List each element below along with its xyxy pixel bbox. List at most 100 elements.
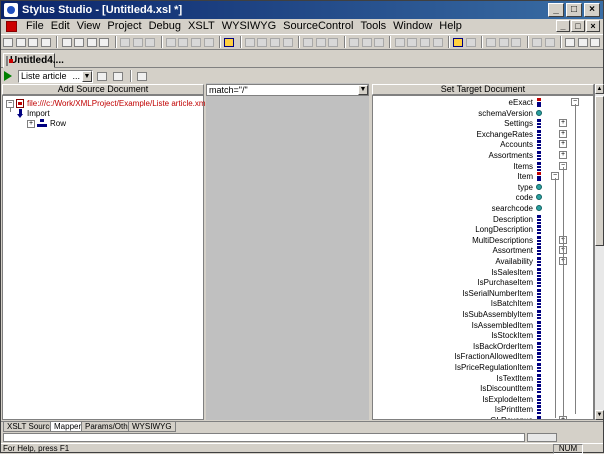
expand-icon[interactable]: +	[559, 129, 567, 138]
minimize-button[interactable]: _	[548, 3, 564, 17]
refresh-icon[interactable]	[577, 36, 589, 49]
profiler-icon[interactable]	[135, 70, 149, 83]
find-icon[interactable]	[303, 36, 314, 49]
help-icon[interactable]	[224, 36, 235, 49]
comment-icon[interactable]	[374, 36, 385, 49]
target-node-code[interactable]: code	[373, 192, 593, 203]
maximize-button[interactable]: □	[566, 3, 582, 17]
target-node-isdiscountitem[interactable]: IsDiscountItem	[373, 383, 593, 394]
target-node-istextitem[interactable]: IsTextItem	[373, 373, 593, 384]
run-icon[interactable]	[4, 71, 12, 81]
step-into-icon[interactable]	[257, 36, 268, 49]
doc-restore-button[interactable]: □	[571, 20, 585, 32]
chevron-down-icon[interactable]: ▼	[358, 85, 368, 95]
step-over-icon[interactable]	[269, 36, 281, 49]
target-node-isassembleditem[interactable]: IsAssembledItem	[373, 320, 593, 331]
target-node-eexact[interactable]: eExact −	[373, 97, 593, 108]
breakpoint-icon[interactable]	[465, 36, 476, 49]
target-node-multidescriptions[interactable]: MultiDescriptions+	[373, 235, 593, 246]
target-node-isbackorderitem[interactable]: IsBackOrderItem	[373, 341, 593, 352]
menu-view[interactable]: View	[74, 20, 105, 32]
cut-icon[interactable]	[120, 36, 131, 49]
print-icon[interactable]	[165, 36, 177, 49]
clear-bookmark-icon[interactable]	[432, 36, 443, 49]
target-node-items[interactable]: Items −	[373, 161, 593, 172]
bookmark-icon[interactable]	[394, 36, 405, 49]
target-node-item[interactable]: Item −	[373, 171, 593, 182]
download-icon[interactable]	[15, 36, 27, 49]
outdent-icon[interactable]	[361, 36, 372, 49]
debug-start-icon[interactable]	[486, 36, 497, 49]
prev-bookmark-icon[interactable]	[419, 36, 431, 49]
hand-icon[interactable]	[565, 36, 576, 49]
options-icon[interactable]	[590, 36, 601, 49]
arrow-tool-icon[interactable]	[244, 36, 256, 49]
target-node-isserialnumberitem[interactable]: IsSerialNumberItem	[373, 288, 593, 299]
undo-icon[interactable]	[178, 36, 189, 49]
doc-close-button[interactable]: ×	[586, 20, 600, 32]
next-bookmark-icon[interactable]	[407, 36, 418, 49]
scenario-select[interactable]: Liste article ... ▼	[18, 69, 93, 83]
menu-project[interactable]: Project	[104, 20, 145, 32]
document-menu-icon[interactable]	[3, 20, 23, 32]
target-node-isprintitem[interactable]: IsPrintItem	[373, 404, 593, 415]
target-node-assortment[interactable]: Assortment+	[373, 245, 593, 256]
preview-icon[interactable]	[86, 36, 98, 49]
target-node-schemaversion[interactable]: schemaVersion	[373, 108, 593, 119]
menu-help[interactable]: Help	[436, 20, 466, 32]
layout-icon[interactable]	[74, 36, 85, 49]
scroll-up-icon[interactable]: ▲	[595, 84, 604, 94]
debug-watch-icon[interactable]	[511, 36, 522, 49]
close-button[interactable]: ×	[584, 3, 600, 17]
paste-icon[interactable]	[145, 36, 156, 49]
target-node-availability[interactable]: Availability+	[373, 256, 593, 267]
debug-stop-icon[interactable]	[532, 36, 543, 49]
target-node-issalesitem[interactable]: IsSalesItem	[373, 267, 593, 278]
target-node-ispriceregulationitem[interactable]: IsPriceRegulationItem	[373, 362, 593, 373]
tab-untitled4[interactable]: Untitled4....	[3, 53, 64, 68]
menu-window[interactable]: Window	[390, 20, 436, 32]
target-node-ispurchaseitem[interactable]: IsPurchaseItem	[373, 277, 593, 288]
mapper-canvas[interactable]	[206, 83, 369, 420]
step-out-icon[interactable]	[282, 36, 293, 49]
expand-icon[interactable]: +	[559, 151, 567, 159]
page-icon[interactable]	[203, 36, 214, 49]
debug-step-icon[interactable]	[498, 36, 510, 49]
target-node-issubassemblyitem[interactable]: IsSubAssemblyItem	[373, 309, 593, 320]
indent-icon[interactable]	[348, 36, 360, 49]
collapse-icon[interactable]: −	[6, 99, 14, 108]
copy-icon[interactable]	[132, 36, 143, 49]
expand-icon[interactable]: +	[559, 119, 567, 128]
split-icon[interactable]	[99, 36, 110, 49]
new-icon[interactable]	[3, 36, 14, 49]
target-node-isstockitem[interactable]: IsStockItem	[373, 330, 593, 341]
menu-sourcecontrol[interactable]: SourceControl	[280, 20, 357, 32]
target-node-isexplodeitem[interactable]: IsExplodeItem	[373, 394, 593, 405]
target-node-accounts[interactable]: Accounts +	[373, 139, 593, 150]
expand-icon[interactable]: +	[27, 119, 35, 128]
goto-icon[interactable]	[328, 36, 339, 49]
target-node-isfractionalloweditem[interactable]: IsFractionAllowedItem	[373, 351, 593, 362]
output-field[interactable]	[3, 433, 525, 442]
source-node-row[interactable]: + Row	[27, 118, 66, 129]
open-folder-icon[interactable]	[28, 36, 39, 49]
redo-icon[interactable]	[191, 36, 202, 49]
menu-wysiwyg[interactable]: WYSIWYG	[219, 20, 280, 32]
target-node-description[interactable]: Description	[373, 214, 593, 225]
target-node-settings[interactable]: Settings +	[373, 118, 593, 129]
replace-icon[interactable]	[315, 36, 326, 49]
target-node-isbatchitem[interactable]: IsBatchItem	[373, 298, 593, 309]
debug-break-icon[interactable]	[544, 36, 555, 49]
menu-tools[interactable]: Tools	[357, 20, 390, 32]
expand-icon[interactable]: +	[559, 140, 567, 149]
scroll-down-icon[interactable]: ▼	[595, 410, 604, 420]
target-node-searchcode[interactable]: searchcode	[373, 203, 593, 214]
key-icon[interactable]	[453, 36, 464, 49]
target-node-assortments[interactable]: Assortments +	[373, 150, 593, 161]
set-target-document-button[interactable]: Set Target Document	[372, 84, 594, 95]
target-node-exchangerates[interactable]: ExchangeRates +	[373, 129, 593, 140]
doc-minimize-button[interactable]: _	[556, 20, 570, 32]
menu-xslt[interactable]: XSLT	[185, 20, 219, 32]
target-node-longdescription[interactable]: LongDescription	[373, 224, 593, 235]
save-icon[interactable]	[41, 36, 52, 49]
